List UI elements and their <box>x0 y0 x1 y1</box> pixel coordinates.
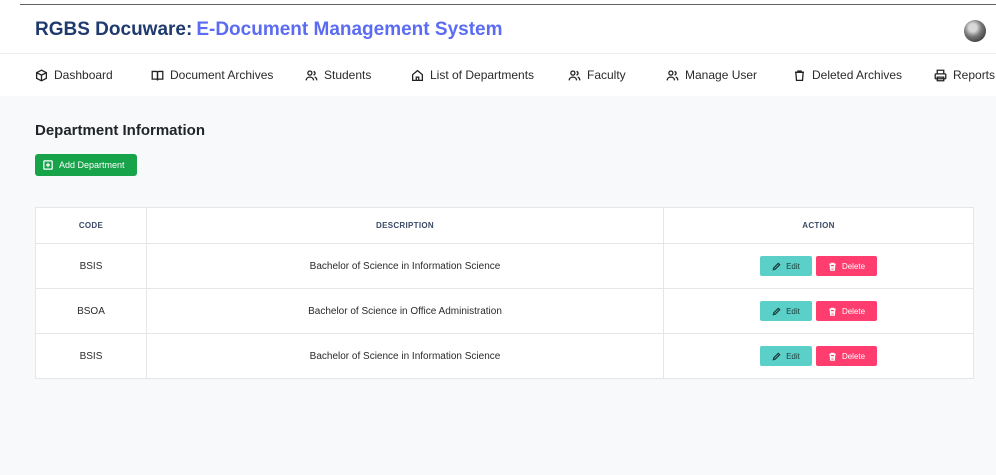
edit-button[interactable]: Edit <box>760 301 812 321</box>
nav-item-label: Dashboard <box>54 68 113 82</box>
cell-description: Bachelor of Science in Office Administra… <box>146 288 664 334</box>
delete-button[interactable]: Delete <box>816 346 877 366</box>
book-icon <box>151 70 164 81</box>
nav-item-label: Faculty <box>587 68 626 82</box>
cell-code: BSIS <box>35 333 147 379</box>
cell-description: Bachelor of Science in Information Scien… <box>146 333 664 379</box>
main-nav: Dashboard Document Archives Students Lis… <box>0 54 996 96</box>
nav-item-faculty[interactable]: Faculty <box>568 68 626 82</box>
edit-label: Edit <box>786 261 800 271</box>
nav-item-label: List of Departments <box>430 68 535 82</box>
cube-icon <box>35 68 48 82</box>
users-icon <box>666 69 679 80</box>
delete-label: Delete <box>841 351 866 361</box>
nav-item-document-archives[interactable]: Document Archives <box>151 68 273 82</box>
table-row: BSIS Bachelor of Science in Information … <box>35 333 974 379</box>
delete-label: Delete <box>841 261 866 271</box>
cell-action: Edit Delete <box>663 243 974 289</box>
page-title: Department Information <box>35 122 206 139</box>
cell-action: Edit Delete <box>663 288 974 334</box>
pencil-icon <box>772 306 781 316</box>
table-header-row: CODE DESCRIPTION ACTION <box>35 207 974 244</box>
cell-code: BSOA <box>35 288 147 334</box>
add-department-button[interactable]: Add Department <box>35 154 137 176</box>
app-title-subtitle: E-Document Management System <box>196 19 503 40</box>
pencil-icon <box>772 261 781 271</box>
main-content: Department Information Add Department CO… <box>0 96 996 475</box>
app-title: RGBS Docuware: E-Document Management Syst… <box>35 19 503 41</box>
nav-item-reports[interactable]: Reports <box>934 68 995 82</box>
cell-code: BSIS <box>35 243 147 289</box>
department-table: CODE DESCRIPTION ACTION BSIS Bachelor of… <box>35 207 974 379</box>
table-row: BSIS Bachelor of Science in Information … <box>35 243 974 289</box>
nav-item-label: Deleted Archives <box>812 68 903 82</box>
table-row: BSOA Bachelor of Science in Office Admin… <box>35 288 974 334</box>
printer-icon <box>934 69 947 81</box>
home-icon <box>411 69 424 81</box>
nav-item-label: Students <box>324 68 372 82</box>
column-header-action: ACTION <box>663 207 974 244</box>
app-header: RGBS Docuware: E-Document Management Syst… <box>0 5 996 54</box>
nav-item-manage-user[interactable]: Manage User <box>666 68 757 82</box>
nav-item-label: Manage User <box>685 68 758 82</box>
trash-icon <box>829 307 836 316</box>
pencil-icon <box>772 351 781 361</box>
add-department-label: Add Department <box>59 160 125 170</box>
delete-label: Delete <box>841 306 866 316</box>
column-header-code: CODE <box>35 207 147 244</box>
app-title-name: RGBS Docuware: <box>35 19 193 40</box>
edit-button[interactable]: Edit <box>760 256 812 276</box>
nav-item-list-of-departments[interactable]: List of Departments <box>411 68 534 82</box>
column-header-description: DESCRIPTION <box>146 207 664 244</box>
avatar[interactable] <box>964 20 986 42</box>
delete-button[interactable]: Delete <box>816 301 877 321</box>
trash-icon <box>795 69 804 81</box>
users-icon <box>568 69 581 80</box>
nav-item-label: Reports <box>953 68 996 82</box>
trash-icon <box>829 352 836 361</box>
cell-description: Bachelor of Science in Information Scien… <box>146 243 664 289</box>
nav-item-students[interactable]: Students <box>305 68 371 82</box>
cell-action: Edit Delete <box>663 333 974 379</box>
nav-item-dashboard[interactable]: Dashboard <box>35 68 113 82</box>
edit-label: Edit <box>786 351 800 361</box>
delete-button[interactable]: Delete <box>816 256 877 276</box>
users-icon <box>305 69 318 80</box>
nav-item-label: Document Archives <box>170 68 274 82</box>
plus-square-icon <box>43 160 53 170</box>
edit-label: Edit <box>786 306 800 316</box>
edit-button[interactable]: Edit <box>760 346 812 366</box>
nav-item-deleted-archives[interactable]: Deleted Archives <box>793 68 902 82</box>
trash-icon <box>829 262 836 271</box>
